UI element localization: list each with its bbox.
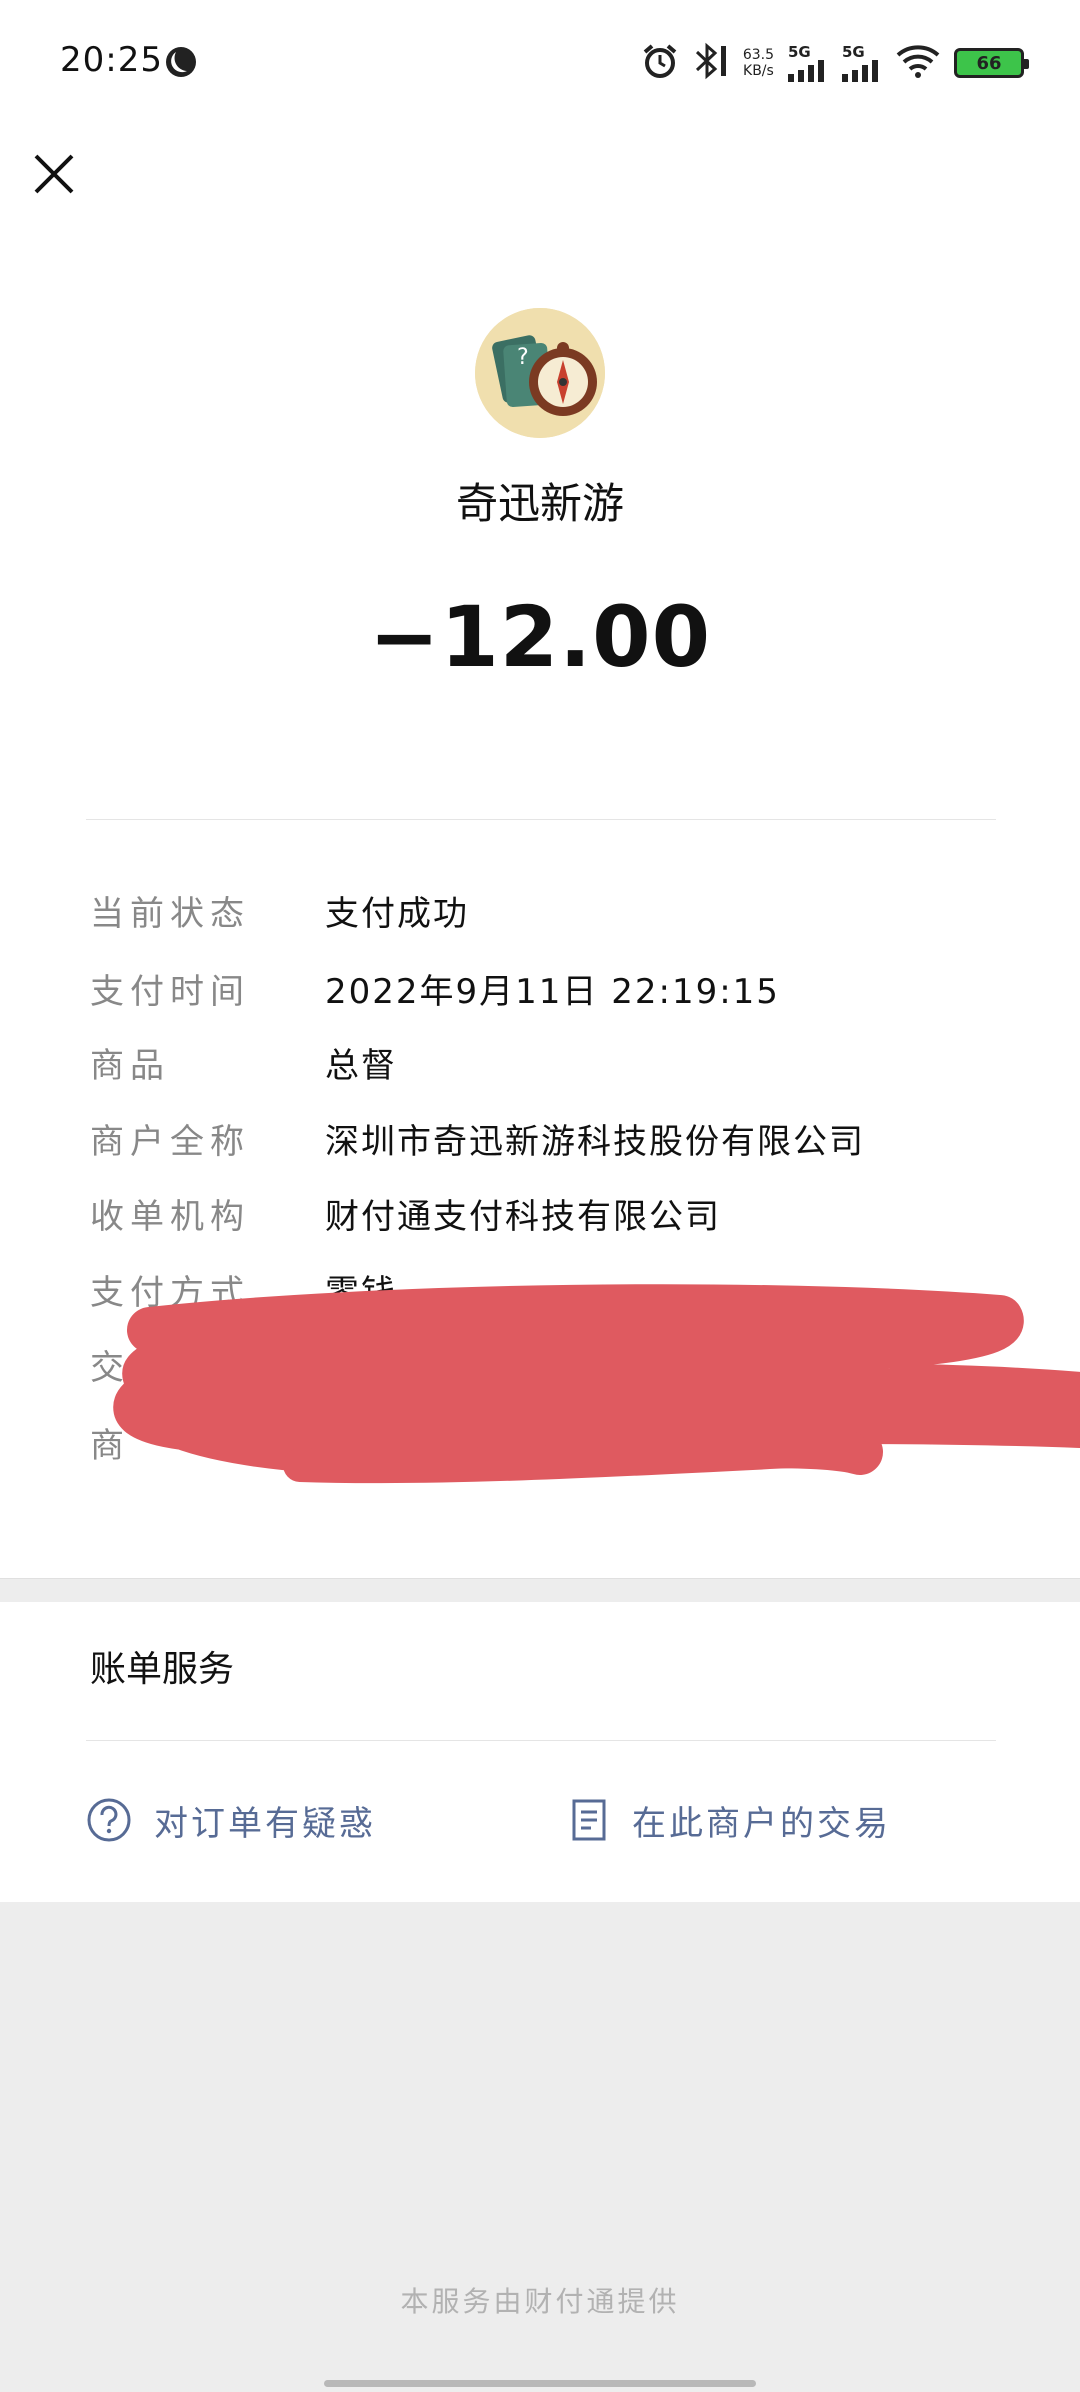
network-speed: 63.5 KB/s: [743, 47, 774, 79]
detail-label: 交易单号: [90, 1347, 250, 1388]
detail-value: 深圳市奇迅新游科技股份有限公司: [325, 1121, 865, 1162]
signal-sim2-label: 5G: [842, 43, 865, 61]
signal-bars-icon: [788, 60, 824, 82]
payment-amount: −12.00: [368, 588, 712, 686]
footer-provider-note: 本服务由财付通提供: [400, 2285, 680, 2318]
document-icon: [572, 1799, 606, 1841]
detail-label: 支付时间: [90, 971, 250, 1012]
detail-row-merchant-order-id[interactable]: 商 5a5a9e0013: [90, 1412, 819, 1472]
detail-label: 商: [90, 1425, 130, 1466]
home-indicator[interactable]: [324, 2380, 756, 2387]
close-icon: [34, 154, 74, 194]
question-circle-icon: [87, 1798, 131, 1842]
detail-row-payment-method: 支付方式 零钱: [90, 1259, 397, 1319]
detail-value: 财付通支付科技有限公司: [325, 1196, 721, 1237]
merchant-transactions-link[interactable]: 在此商户的交易: [570, 1790, 891, 1850]
detail-row-status: 当前状态 支付成功: [90, 880, 469, 940]
divider: [86, 819, 996, 820]
detail-row-acquirer: 收单机构 财付通支付科技有限公司: [90, 1183, 721, 1243]
detail-label: 商户全称: [90, 1121, 250, 1162]
detail-value: 4: [325, 1344, 349, 1384]
bill-service-title: 账单服务: [90, 1649, 235, 1690]
wifi-icon: [896, 43, 940, 83]
detail-value: 5a5a9e0013: [585, 1422, 820, 1462]
moon-icon: [165, 46, 197, 78]
signal-sim1: 5G: [788, 44, 828, 82]
signal-bars-icon: [842, 60, 878, 82]
battery-indicator: 66: [954, 48, 1029, 78]
detail-value: 2022年9月11日 22:19:15: [325, 971, 780, 1012]
detail-row-product: 商品 总督: [90, 1032, 397, 1092]
alarm-icon: [641, 42, 679, 84]
network-speed-value: 63.5: [742, 47, 774, 63]
section-gap: [0, 1578, 1080, 1602]
close-button[interactable]: [30, 150, 78, 198]
svg-text:?: ?: [517, 345, 529, 370]
detail-value: 支付成功: [325, 893, 469, 934]
status-icons: 63.5 KB/s 5G 5G 66: [641, 40, 1029, 86]
order-question-label: 对订单有疑惑: [154, 1803, 376, 1844]
signal-sim2: 5G: [842, 44, 882, 82]
detail-row-merchant-fullname: 商户全称 深圳市奇迅新游科技股份有限公司: [90, 1108, 865, 1168]
merchant-transactions-label: 在此商户的交易: [632, 1803, 891, 1844]
detail-label: 商品: [90, 1045, 170, 1086]
detail-label: 收单机构: [90, 1196, 250, 1237]
bluetooth-icon: [693, 42, 729, 84]
detail-row-time: 支付时间 2022年9月11日 22:19:15: [90, 958, 780, 1018]
detail-value: 零钱: [325, 1272, 397, 1313]
merchant-avatar: ?: [475, 308, 605, 438]
network-speed-unit: KB/s: [743, 63, 774, 79]
status-time: 20:25: [60, 40, 163, 80]
signal-sim1-label: 5G: [788, 43, 811, 61]
merchant-name: 奇迅新游: [455, 479, 624, 528]
order-question-link[interactable]: 对订单有疑惑: [86, 1790, 376, 1850]
status-bar: 20:25 63.5 KB/s 5G 5G 66: [0, 0, 1080, 130]
detail-label: 当前状态: [90, 893, 250, 934]
detail-value: 总督: [325, 1045, 397, 1086]
detail-row-transaction-id[interactable]: 交易单号 4: [90, 1334, 349, 1394]
divider: [86, 1740, 996, 1741]
detail-label: 支付方式: [90, 1272, 250, 1313]
